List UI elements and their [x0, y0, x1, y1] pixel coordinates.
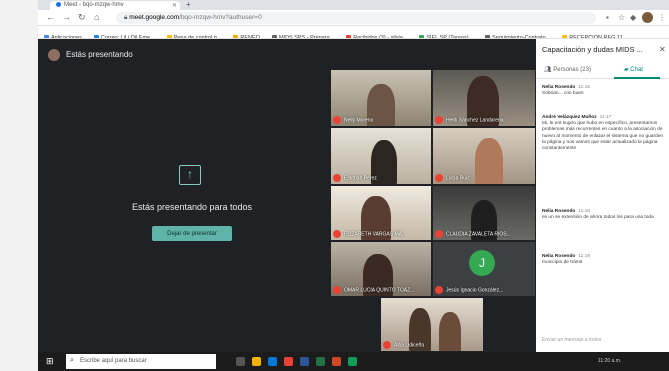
tab-close-icon[interactable]: ✕	[172, 2, 177, 9]
present-screen-icon: ↑	[179, 165, 201, 185]
stop-presenting-button[interactable]: Dejar de presentar	[152, 226, 232, 241]
taskbar-search[interactable]: ⌕ Escribe aquí para buscar	[66, 354, 216, 369]
mic-off-icon	[333, 286, 341, 294]
tab-chat[interactable]: ▰ Chat	[624, 66, 643, 73]
presenting-header-label: Estás presentando	[66, 50, 133, 60]
presenting-header: Estás presentando	[48, 49, 133, 61]
mic-off-icon	[333, 116, 341, 124]
browser-tab[interactable]: Meet - bqo-mzqw-hmv	[50, 1, 180, 10]
video-tile[interactable]: Nelly Moreno	[330, 69, 432, 127]
meet-app-icon[interactable]	[348, 357, 357, 366]
chat-message: Nelia Rosendo 11:18 es un se extensión de…	[542, 209, 664, 221]
message-sender: Nelia Rosendo	[542, 85, 576, 90]
browser-navbar: ← → ↻ ⌂ 🔒︎ meet.google.com/bqo-mzqw-hmv?…	[38, 10, 669, 26]
system-tray-clock: 11:20 a.m.	[598, 358, 622, 364]
new-tab-icon[interactable]: +	[186, 0, 191, 9]
mic-off-icon	[435, 230, 443, 238]
tile-label: Heidi Sánchez Landarena	[435, 116, 504, 124]
browser-tab-title: Meet - bqo-mzqw-hmv	[64, 2, 124, 9]
mic-off-icon	[383, 341, 391, 349]
home-icon[interactable]: ⌂	[94, 12, 99, 22]
forward-icon[interactable]: →	[62, 12, 71, 22]
extension-icon[interactable]: ◆	[630, 13, 636, 22]
message-time: 11:16	[578, 85, 590, 90]
video-tile[interactable]: Alba Lidiceña	[380, 297, 484, 352]
message-sender: Nelia Rosendo	[542, 209, 576, 214]
people-icon: 👥︎	[544, 67, 554, 73]
chrome-icon[interactable]	[284, 357, 293, 366]
message-text: municipio de trámit	[542, 260, 583, 266]
message-time: 11:17	[599, 115, 612, 120]
menu-icon[interactable]: ⋮	[658, 13, 666, 22]
message-text: es un se extensión de ahora todos los pa…	[542, 215, 654, 221]
camera-icon[interactable]: ▪	[606, 13, 609, 22]
presenting-text: Estás presentando para todos	[131, 202, 253, 212]
mic-off-icon	[435, 116, 443, 124]
chat-message: André Velázquez Muñoz 11:17 Mi, le ent su…	[542, 115, 664, 152]
participant-grid: Nelly Moreno Heidi Sánchez Landarena Est…	[330, 69, 536, 352]
video-tile[interactable]: J Jesús Ignacio González...	[432, 241, 536, 297]
video-tile[interactable]: ELIZABETH VARGAS MA...	[330, 185, 432, 241]
video-tile[interactable]: Lucía Ruiz	[432, 127, 536, 185]
mic-off-icon	[333, 230, 341, 238]
meet-favicon-icon	[56, 2, 61, 7]
meet-main: Estás presentando ↑ Estás presentando pa…	[38, 39, 669, 352]
message-sender: Nelia Rosendo	[542, 254, 576, 259]
video-tile[interactable]: Heidi Sánchez Landarena	[432, 69, 536, 127]
screen: Meet - bqo-mzqw-hmv ✕ + ← → ↻ ⌂ 🔒︎ meet.…	[38, 0, 669, 371]
powerpoint-icon[interactable]	[332, 357, 341, 366]
chat-panel: Capacitación y dudas MIDS ... ✕ 👥︎ Perso…	[536, 39, 669, 352]
close-icon[interactable]: ✕	[659, 45, 666, 54]
excel-icon[interactable]	[316, 357, 325, 366]
address-bar[interactable]: 🔒︎ meet.google.com/bqo-mzqw-hmv?authuser…	[116, 12, 596, 24]
message-sender: André Velázquez Muñoz	[542, 115, 597, 120]
meeting-title: Capacitación y dudas MIDS ...	[542, 45, 643, 54]
tile-label: OMAR LUCIA QUINTO TOAZ...	[333, 286, 414, 294]
message-time: 11:19	[578, 254, 590, 259]
message-time: 11:18	[578, 209, 590, 214]
chat-message: Nelia Rosendo 11:19 municipio de trámit	[542, 254, 664, 266]
reload-icon[interactable]: ↻	[78, 12, 86, 23]
mic-off-icon	[435, 286, 443, 294]
mic-off-icon	[435, 174, 443, 182]
tile-label: Lucía Ruiz	[435, 174, 470, 182]
tile-label: ELIZABETH VARGAS MA...	[333, 230, 406, 238]
tile-label: Alba Lidiceña	[383, 341, 424, 349]
presentation-area: ↑ Estás presentando para todos Dejar de …	[38, 69, 330, 339]
video-tile[interactable]: CLAUDIA ZAVALETA RIOS...	[432, 185, 536, 241]
browser-tab-strip: Meet - bqo-mzqw-hmv ✕ +	[38, 0, 669, 10]
mic-off-icon	[333, 174, 341, 182]
taskbar: ⊞ ⌕ Escribe aquí para buscar 11:20 a.m.	[38, 352, 669, 371]
url-path: /bqo-mzqw-hmv?authuser=0	[179, 14, 262, 21]
participant-initial-avatar: J	[469, 250, 495, 276]
tile-label: Esteban Pérez	[333, 174, 377, 182]
tile-label: Nelly Moreno	[333, 116, 373, 124]
windows-start-icon[interactable]: ⊞	[46, 357, 55, 366]
message-text: Mi, le ent sugiro que hubo en específico…	[542, 121, 664, 152]
word-icon[interactable]	[300, 357, 309, 366]
url-host: meet.google.com	[129, 14, 180, 21]
taskbar-search-placeholder: Escribe aquí para buscar	[80, 358, 147, 364]
video-tile[interactable]: Esteban Pérez	[330, 127, 432, 185]
star-icon[interactable]: ☆	[618, 13, 625, 22]
profile-avatar[interactable]	[642, 12, 653, 23]
message-text: Sobrian... con buen	[542, 91, 584, 97]
avatar	[48, 49, 60, 61]
edge-icon[interactable]	[268, 357, 277, 366]
back-icon[interactable]: ←	[46, 12, 55, 22]
video-tile[interactable]: OMAR LUCIA QUINTO TOAZ...	[330, 241, 432, 297]
chat-input[interactable]: Enviar un mensaje a todos	[542, 337, 601, 343]
tab-people[interactable]: 👥︎ Personas (23)	[544, 66, 591, 73]
active-tab-indicator	[614, 77, 660, 79]
tile-label: Jesús Ignacio González...	[435, 286, 503, 294]
chat-tabs: 👥︎ Personas (23) ▰ Chat	[536, 61, 669, 79]
search-icon: ⌕	[70, 357, 74, 364]
task-view-icon[interactable]	[236, 357, 245, 366]
tile-label: CLAUDIA ZAVALETA RIOS...	[435, 230, 511, 238]
file-explorer-icon[interactable]	[252, 357, 261, 366]
chat-message: Nelia Rosendo 11:16 Sobrian... con buen	[542, 85, 664, 97]
bookmarks-bar: Aplicaciones Correo: LiLi Dil Eme... Pena …	[38, 26, 669, 39]
